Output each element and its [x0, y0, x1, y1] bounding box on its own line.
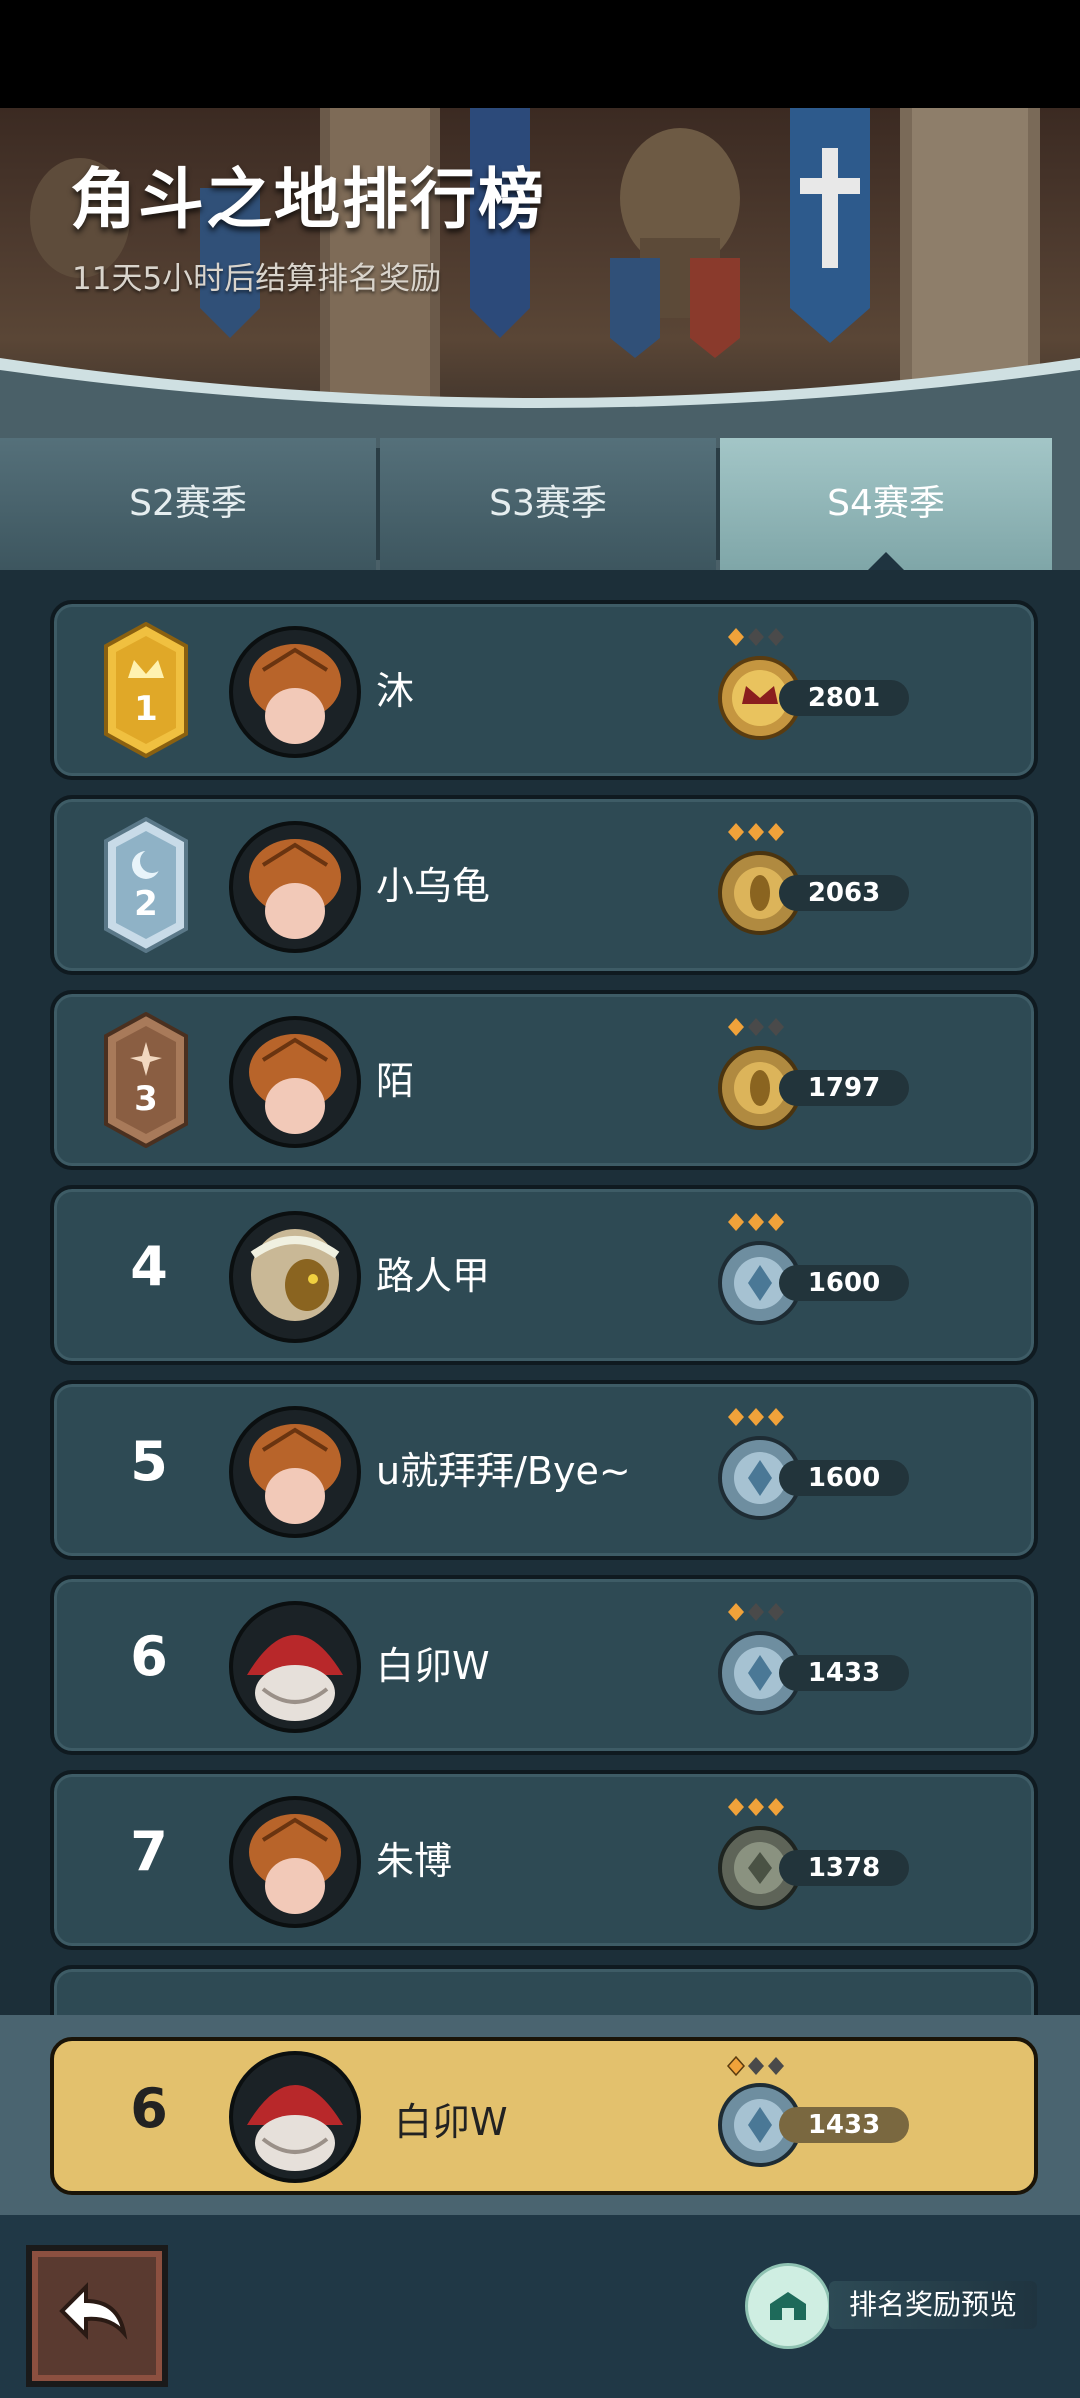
avatar [229, 1601, 361, 1733]
ranking-row[interactable]: 3 陌 1797 [50, 990, 1038, 1170]
score: 2063 [779, 875, 909, 911]
player-name: 朱博 [376, 1839, 453, 1883]
score: 1433 [779, 2107, 909, 2143]
tier-stars-icon [728, 1408, 784, 1426]
header-banner: 角斗之地排行榜 11天5小时后结算排名奖励 [0, 108, 1080, 438]
ranking-row[interactable]: 5 u就拜拜/Bye~ 1600 [50, 1380, 1038, 1560]
rank-number: 4 [130, 1235, 168, 1298]
rank-number: 6 [130, 2077, 168, 2140]
player-name: 陌 [376, 1059, 415, 1103]
player-name: 路人甲 [376, 1254, 491, 1298]
season-tabs: S2赛季 S3赛季 S4赛季 [0, 438, 1080, 570]
avatar [229, 2051, 361, 2183]
countdown-subtitle: 11天5小时后结算排名奖励 [72, 261, 442, 297]
my-rank-row[interactable]: 6 白卯W 1433 [50, 2037, 1038, 2195]
score: 1797 [779, 1070, 909, 1106]
ranking-row[interactable]: 7 朱博 1378 [50, 1770, 1038, 1950]
avatar [229, 1016, 361, 1148]
player-name: 白卯W [376, 1644, 490, 1688]
avatar [229, 626, 361, 758]
active-tab-indicator [868, 552, 904, 570]
reward-chest-icon [745, 2263, 831, 2349]
tab-s2[interactable]: S2赛季 [0, 438, 376, 570]
rank-number: 7 [130, 1820, 168, 1883]
ranking-list[interactable]: 1 沐 2801 2 小乌龟 2063 3 陌 1797 4 路人甲 1600 … [0, 570, 1080, 2015]
back-arrow-icon [59, 2282, 128, 2340]
svg-text:1: 1 [134, 689, 158, 729]
score: 1378 [779, 1850, 909, 1886]
ranking-row[interactable]: 6 白卯W 1433 [50, 1575, 1038, 1755]
bottom-bar: 排名奖励预览 [0, 2215, 1080, 2398]
score: 1433 [779, 1655, 909, 1691]
score: 1600 [779, 1265, 909, 1301]
avatar [229, 1211, 361, 1343]
tab-s3[interactable]: S3赛季 [380, 438, 716, 570]
score: 1600 [779, 1460, 909, 1496]
status-bar [0, 0, 1080, 108]
avatar [229, 1796, 361, 1928]
ranking-row[interactable] [50, 1965, 1038, 2015]
avatar [229, 821, 361, 953]
svg-text:2: 2 [134, 884, 158, 924]
rank-2-silver-badge-icon: 2 [104, 817, 188, 953]
tab-s4[interactable]: S4赛季 [720, 438, 1052, 570]
avatar [229, 1406, 361, 1538]
ranking-row[interactable]: 2 小乌龟 2063 [50, 795, 1038, 975]
tier-stars-icon [728, 823, 784, 841]
back-button[interactable] [26, 2245, 168, 2387]
score: 2801 [779, 680, 909, 716]
ranking-row[interactable]: 1 沐 2801 [50, 600, 1038, 780]
player-name: u就拜拜/Bye~ [376, 1449, 631, 1493]
rank-number: 6 [130, 1625, 168, 1688]
player-name: 小乌龟 [376, 864, 491, 908]
rank-3-bronze-badge-icon: 3 [104, 1012, 188, 1148]
tier-stars-icon [728, 1213, 784, 1231]
rank-1-gold-badge-icon: 1 [104, 622, 188, 758]
reward-preview-button[interactable]: 排名奖励预览 [745, 2263, 1045, 2349]
tier-stars-icon [728, 1798, 784, 1816]
reward-preview-label: 排名奖励预览 [829, 2281, 1038, 2329]
tier-stars-icon [728, 1603, 784, 1621]
player-name: 白卯W [394, 2100, 508, 2144]
tier-stars-icon [728, 1018, 784, 1036]
player-name: 沐 [376, 669, 415, 713]
rank-number: 5 [130, 1430, 168, 1493]
page-title: 角斗之地排行榜 [70, 161, 546, 238]
ranking-row[interactable]: 4 路人甲 1600 [50, 1185, 1038, 1365]
tier-stars-icon [728, 628, 784, 646]
tier-stars-icon [726, 2055, 784, 2077]
svg-text:3: 3 [134, 1079, 158, 1119]
